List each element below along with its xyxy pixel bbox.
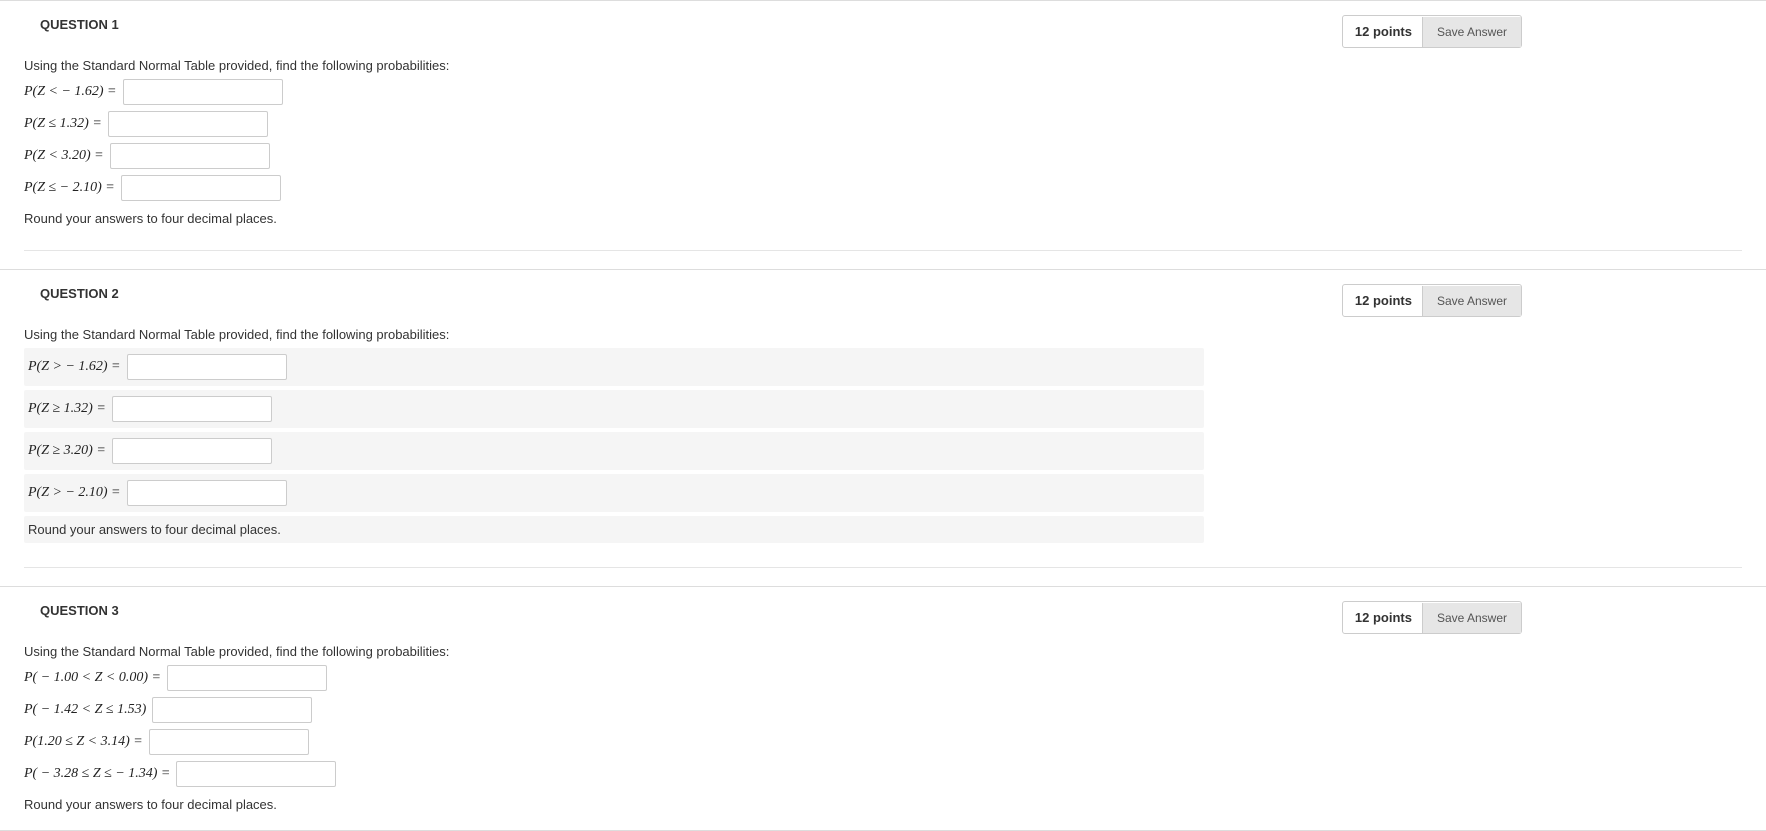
q1-round-note: Round your answers to four decimal place…: [24, 211, 1742, 226]
q1-row-4: P(Z ≤ − 2.10) =: [24, 175, 1742, 201]
q1-expr-3: P(Z < 3.20) =: [24, 148, 104, 164]
q1-input-2[interactable]: [108, 111, 268, 137]
q3-input-4[interactable]: [176, 761, 336, 787]
q1-inner-divider: [24, 250, 1742, 251]
question-2-body: Using the Standard Normal Table provided…: [0, 317, 1766, 586]
question-2-block: QUESTION 2 12 points Save Answer Using t…: [0, 270, 1766, 587]
q3-round-note: Round your answers to four decimal place…: [24, 797, 1742, 812]
q2-expr-1: P(Z > − 1.62) =: [28, 359, 121, 375]
q2-input-1[interactable]: [127, 354, 287, 380]
q1-row-1: P(Z < − 1.62) =: [24, 79, 1742, 105]
q2-row-1: P(Z > − 1.62) =: [24, 348, 1204, 386]
q3-input-2[interactable]: [152, 697, 312, 723]
q3-expr-1: P( − 1.00 < Z < 0.00) =: [24, 670, 161, 686]
question-2-intro: Using the Standard Normal Table provided…: [24, 327, 1742, 342]
question-3-body: Using the Standard Normal Table provided…: [0, 634, 1766, 830]
q3-row-4: P( − 3.28 ≤ Z ≤ − 1.34) =: [24, 761, 1742, 787]
question-1-title: QUESTION 1: [40, 15, 119, 32]
q3-input-3[interactable]: [149, 729, 309, 755]
q3-row-3: P(1.20 ≤ Z < 3.14) =: [24, 729, 1742, 755]
q1-row-2: P(Z ≤ 1.32) =: [24, 111, 1742, 137]
q3-row-1: P( − 1.00 < Z < 0.00) =: [24, 665, 1742, 691]
q2-input-3[interactable]: [112, 438, 272, 464]
q2-expr-3: P(Z ≥ 3.20) =: [28, 443, 106, 459]
q1-input-4[interactable]: [121, 175, 281, 201]
q3-expr-2: P( − 1.42 < Z ≤ 1.53): [24, 702, 146, 718]
q2-row-2: P(Z ≥ 1.32) =: [24, 390, 1204, 428]
question-3-block: QUESTION 3 12 points Save Answer Using t…: [0, 587, 1766, 831]
question-1-block: QUESTION 1 12 points Save Answer Using t…: [0, 0, 1766, 270]
q1-input-3[interactable]: [110, 143, 270, 169]
q1-expr-1: P(Z < − 1.62) =: [24, 84, 117, 100]
question-1-header: QUESTION 1 12 points Save Answer: [0, 1, 1766, 48]
save-answer-button-q1[interactable]: Save Answer: [1422, 17, 1521, 47]
q2-row-4: P(Z > − 2.10) =: [24, 474, 1204, 512]
question-2-title: QUESTION 2: [40, 284, 119, 301]
question-1-points: 12 points: [1343, 16, 1422, 47]
q3-expr-4: P( − 3.28 ≤ Z ≤ − 1.34) =: [24, 766, 170, 782]
q2-input-4[interactable]: [127, 480, 287, 506]
question-3-points: 12 points: [1343, 602, 1422, 633]
q3-row-2: P( − 1.42 < Z ≤ 1.53): [24, 697, 1742, 723]
q1-row-3: P(Z < 3.20) =: [24, 143, 1742, 169]
q2-row-3: P(Z ≥ 3.20) =: [24, 432, 1204, 470]
question-2-points: 12 points: [1343, 285, 1422, 316]
question-3-points-box: 12 points Save Answer: [1342, 601, 1522, 634]
q2-inner-divider: [24, 567, 1742, 568]
save-answer-button-q2[interactable]: Save Answer: [1422, 286, 1521, 316]
q2-expr-4: P(Z > − 2.10) =: [28, 485, 121, 501]
question-1-body: Using the Standard Normal Table provided…: [0, 48, 1766, 269]
q2-input-2[interactable]: [112, 396, 272, 422]
question-2-header: QUESTION 2 12 points Save Answer: [0, 270, 1766, 317]
q2-expr-2: P(Z ≥ 1.32) =: [28, 401, 106, 417]
q3-input-1[interactable]: [167, 665, 327, 691]
save-answer-button-q3[interactable]: Save Answer: [1422, 603, 1521, 633]
q3-expr-3: P(1.20 ≤ Z < 3.14) =: [24, 734, 143, 750]
q2-round-note: Round your answers to four decimal place…: [24, 516, 1204, 543]
question-3-header: QUESTION 3 12 points Save Answer: [0, 587, 1766, 634]
question-2-points-box: 12 points Save Answer: [1342, 284, 1522, 317]
question-1-intro: Using the Standard Normal Table provided…: [24, 58, 1742, 73]
question-3-intro: Using the Standard Normal Table provided…: [24, 644, 1742, 659]
question-1-points-box: 12 points Save Answer: [1342, 15, 1522, 48]
q1-input-1[interactable]: [123, 79, 283, 105]
q1-expr-4: P(Z ≤ − 2.10) =: [24, 180, 115, 196]
q1-expr-2: P(Z ≤ 1.32) =: [24, 116, 102, 132]
question-3-title: QUESTION 3: [40, 601, 119, 618]
